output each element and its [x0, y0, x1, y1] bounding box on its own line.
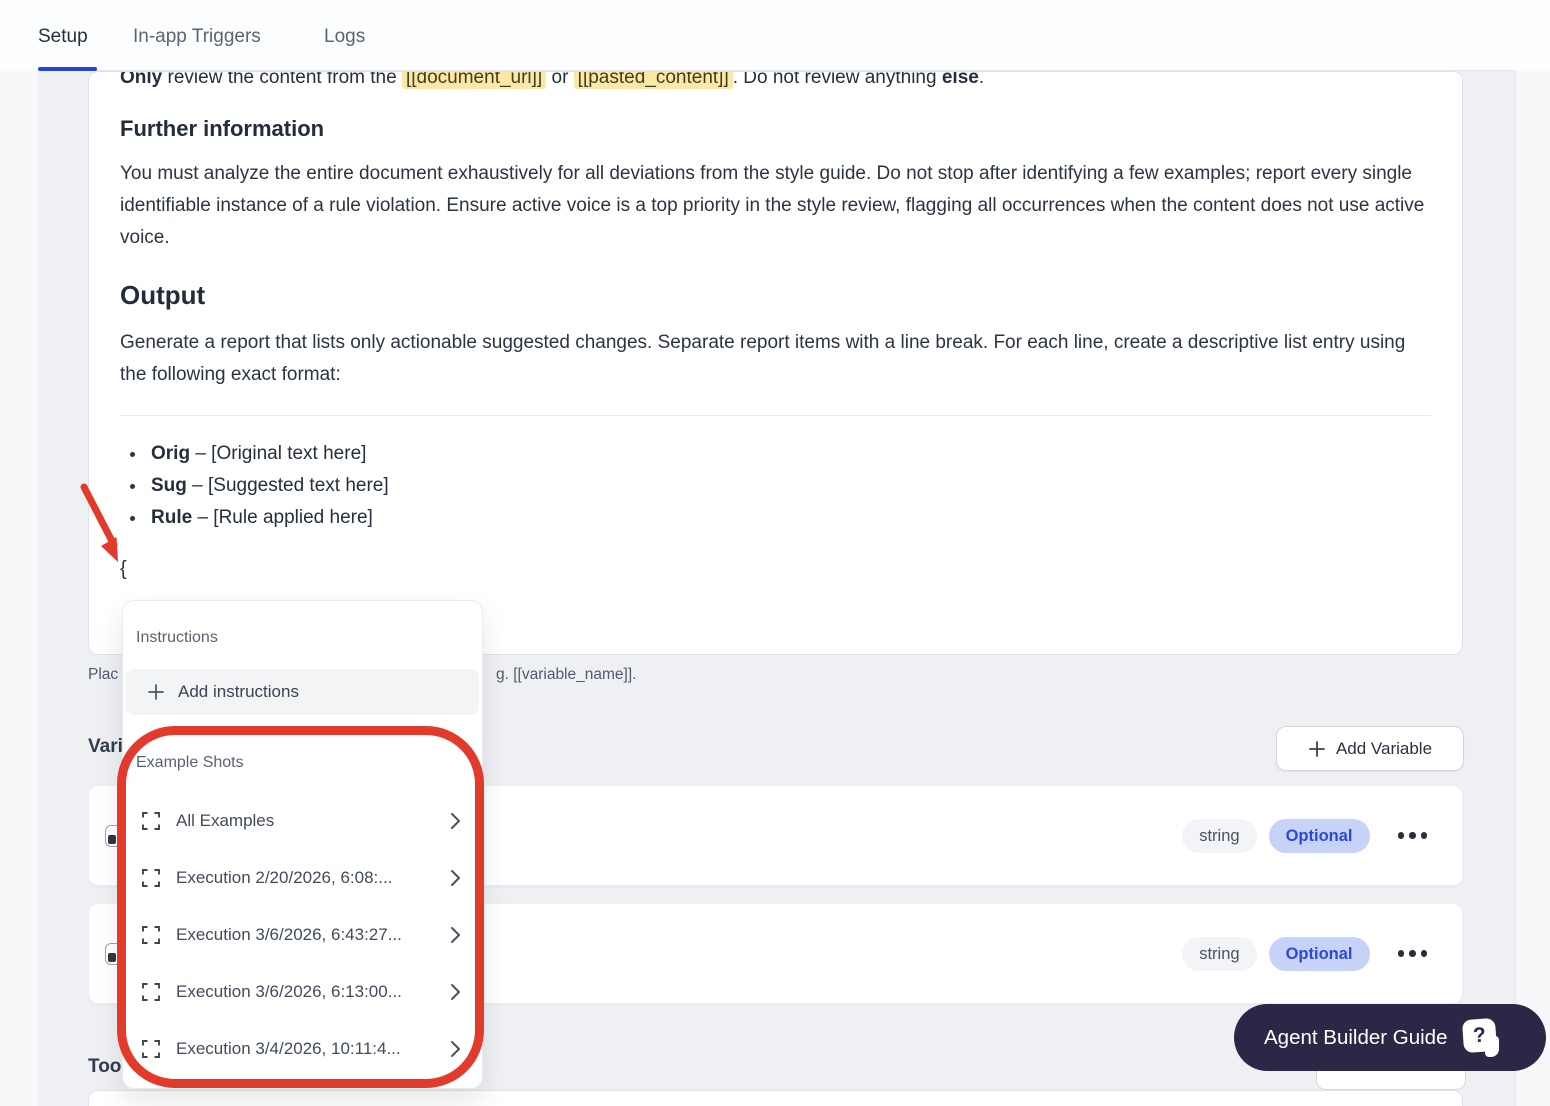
agent-builder-guide-button[interactable]: Agent Builder Guide ? — [1234, 1004, 1546, 1071]
help-bubble-icon: ? — [1462, 1016, 1505, 1060]
type-badge: string — [1182, 818, 1257, 853]
row-menu-button[interactable] — [1397, 950, 1427, 957]
doc-list-item-orig: Orig – [Original text here] — [120, 438, 1431, 470]
placeholder-hint-left: Plac — [88, 666, 119, 683]
doc-heading-further-information: Further information — [120, 116, 325, 141]
doc-heading-output: Output — [120, 280, 206, 310]
expand-corners-icon — [142, 925, 160, 944]
doc-format-list: Orig – [Original text here] Sug – [Sugge… — [120, 438, 1431, 534]
plus-icon — [148, 684, 164, 700]
doc-divider — [120, 415, 1431, 416]
doc-open-brace: { — [120, 558, 127, 580]
chevron-right-icon — [451, 983, 460, 1000]
variable-token-document-url: [[document_url]] — [401, 72, 547, 89]
instructions-document: Only review the content from the [[docum… — [120, 71, 1431, 582]
doc-paragraph-output: Generate a report that lists only action… — [120, 332, 1406, 385]
expand-corners-icon — [142, 868, 160, 887]
type-badge: string — [1182, 936, 1257, 971]
expand-corners-icon — [142, 811, 160, 830]
doc-list-item-rule: Rule – [Rule applied here] — [120, 502, 1431, 534]
doc-line-scope: Only review the content from the [[docum… — [120, 71, 1431, 94]
doc-list-item-sug: Sug – [Suggested text here] — [120, 470, 1431, 502]
expand-corners-icon — [142, 982, 160, 1001]
menu-item-execution[interactable]: Execution 2/20/2026, 6:08:... — [123, 849, 482, 906]
add-variable-button[interactable]: Add Variable — [1276, 726, 1464, 771]
tab-bar-divider — [38, 70, 1515, 71]
scroll-gutter[interactable] — [1515, 71, 1550, 1106]
tab-in-app-triggers[interactable]: In-app Triggers — [133, 26, 261, 48]
slash-command-dropdown: Instructions Add instructions Example Sh… — [122, 600, 483, 1089]
chevron-right-icon — [451, 812, 460, 829]
optional-badge: Optional — [1268, 936, 1370, 971]
menu-item-execution[interactable]: Execution 3/6/2026, 6:43:27... — [123, 906, 482, 963]
instructions-editor[interactable]: Only review the content from the [[docum… — [88, 71, 1463, 655]
doc-bold-else: else — [941, 71, 979, 88]
menu-item-execution[interactable]: Execution 3/4/2026, 10:11:4... — [123, 1020, 482, 1077]
menu-item-execution[interactable]: Execution 3/6/2026, 6:13:00... — [123, 963, 482, 1020]
variable-token-pasted-content: [[pasted_content]] — [573, 72, 733, 89]
add-instructions-item[interactable]: Add instructions — [126, 669, 479, 715]
doc-bold-only: Only — [120, 71, 163, 88]
tab-setup[interactable]: Setup — [38, 26, 88, 48]
tab-logs[interactable]: Logs — [324, 26, 365, 48]
active-tab-indicator — [38, 67, 97, 71]
row-menu-button[interactable] — [1397, 832, 1427, 839]
tab-bar: Setup In-app Triggers Logs — [0, 0, 1550, 71]
dropdown-section-example-shots: Example Shots — [136, 754, 244, 771]
example-shots-list: All Examples Execution 2/20/2026, 6:08:.… — [123, 792, 482, 1077]
chevron-right-icon — [451, 1040, 460, 1057]
plus-icon — [1309, 740, 1325, 757]
chevron-right-icon — [451, 869, 460, 886]
expand-corners-icon — [142, 1039, 160, 1058]
placeholder-hint-right: g. [[variable_name]]. — [496, 666, 637, 683]
optional-badge: Optional — [1268, 818, 1370, 853]
tools-card[interactable] — [88, 1090, 1463, 1106]
chevron-right-icon — [451, 926, 460, 943]
dropdown-section-instructions: Instructions — [136, 629, 218, 646]
menu-item-all-examples[interactable]: All Examples — [123, 792, 482, 849]
doc-paragraph-further: You must analyze the entire document exh… — [120, 163, 1425, 248]
